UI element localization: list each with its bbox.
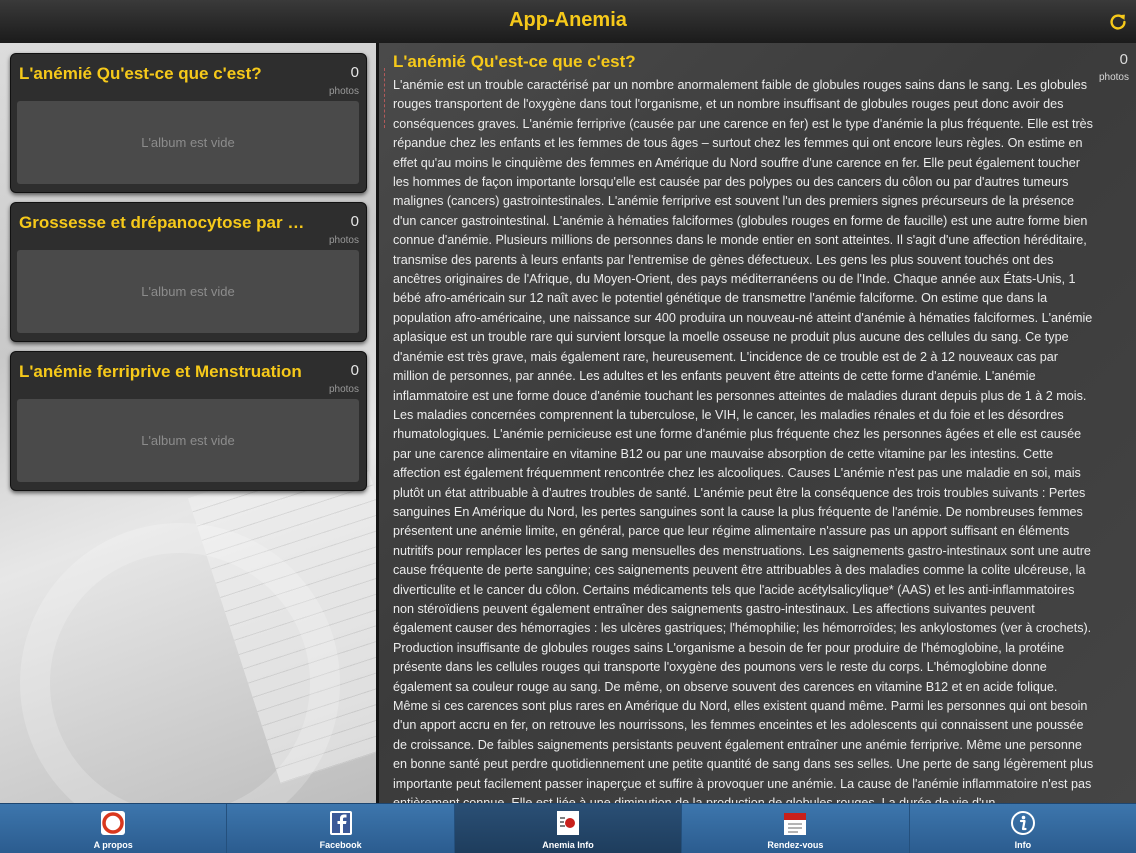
- album-photo-label: photos: [328, 235, 359, 246]
- tab-anemia-info[interactable]: Anemia Info: [454, 804, 683, 853]
- app-title: App-Anemia: [509, 9, 627, 31]
- album-photo-count: 0: [350, 213, 359, 230]
- album-photo-label: photos: [328, 86, 359, 97]
- album-photo-count: 0: [350, 64, 359, 81]
- tab-facebook[interactable]: Facebook: [227, 804, 455, 853]
- album-card[interactable]: L'anémié Qu'est-ce que c'est? 0 photos L…: [10, 53, 367, 193]
- bottom-tab-bar: A propos Facebook Anemia Info Rendez-vou…: [0, 803, 1136, 853]
- tab-label: A propos: [93, 840, 133, 850]
- tab-a-propos[interactable]: A propos: [0, 804, 228, 853]
- album-list-pane[interactable]: L'anémié Qu'est-ce que c'est? 0 photos L…: [0, 43, 376, 803]
- tab-label: Anemia Info: [542, 840, 594, 850]
- article-pane[interactable]: L'anémié Qu'est-ce que c'est? 0 photos L…: [379, 43, 1136, 803]
- album-card[interactable]: L'anémie ferriprive et Menstruation 0 ph…: [10, 351, 367, 491]
- article-photo-label: photos: [1098, 72, 1129, 83]
- article-photo-count: 0: [1119, 51, 1128, 68]
- album-card[interactable]: Grossesse et drépanocytose par do... 0 p…: [10, 202, 367, 342]
- info-icon: [1010, 809, 1036, 837]
- tab-label: Facebook: [319, 840, 362, 850]
- tab-info[interactable]: Info: [910, 804, 1136, 853]
- top-bar: App-Anemia: [0, 0, 1136, 44]
- article-title: L'anémié Qu'est-ce que c'est?: [393, 52, 636, 71]
- album-photo-count: 0: [350, 362, 359, 379]
- facebook-icon: [328, 809, 354, 837]
- album-empty-placeholder: L'album est vide: [17, 399, 359, 482]
- album-empty-placeholder: L'album est vide: [17, 101, 359, 184]
- calendar-icon: [782, 809, 808, 837]
- decorative-stripe: [384, 68, 386, 128]
- about-icon: [100, 809, 126, 837]
- refresh-icon: [1110, 13, 1126, 30]
- tab-label: Info: [1014, 840, 1032, 850]
- album-title: L'anémié Qu'est-ce que c'est?: [19, 64, 262, 83]
- album-photo-label: photos: [328, 384, 359, 395]
- tab-label: Rendez-vous: [767, 840, 824, 850]
- tab-rendez-vous[interactable]: Rendez-vous: [682, 804, 910, 853]
- album-empty-placeholder: L'album est vide: [17, 250, 359, 333]
- anemia-info-icon: [555, 809, 581, 837]
- album-title: L'anémie ferriprive et Menstruation: [19, 362, 302, 381]
- album-title: Grossesse et drépanocytose par do...: [19, 213, 309, 232]
- refresh-button[interactable]: [1100, 0, 1136, 43]
- article-body: L'anémie est un trouble caractérisé par …: [393, 78, 1094, 803]
